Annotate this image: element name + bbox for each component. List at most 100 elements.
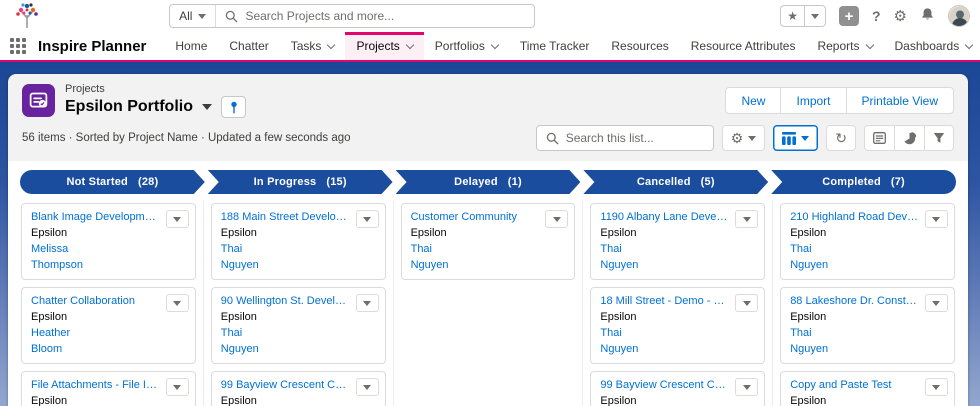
last-name-link[interactable]: Nguyen xyxy=(221,259,376,271)
project-link[interactable]: File Attachments - File Indicators xyxy=(31,379,186,391)
project-card[interactable]: Chatter Collaboration Epsilon Heather Bl… xyxy=(21,287,196,364)
list-view-selector-caret-icon[interactable] xyxy=(202,104,212,110)
project-link[interactable]: 99 Bayview Crescent Construction ... xyxy=(221,379,376,391)
user-avatar[interactable] xyxy=(948,5,970,27)
first-name-link[interactable]: Thai xyxy=(600,243,755,255)
global-add-button[interactable]: + xyxy=(839,6,859,26)
tab-time-tracker[interactable]: Time Tracker xyxy=(509,32,601,60)
first-name-link[interactable]: Thai xyxy=(790,243,945,255)
star-icon[interactable]: ★ xyxy=(781,6,804,26)
card-actions-dropdown[interactable] xyxy=(166,294,189,312)
project-card[interactable]: Customer Community Epsilon Thai Nguyen xyxy=(401,203,576,280)
tab-portfolios[interactable]: Portfolios xyxy=(424,32,509,60)
card-actions-dropdown[interactable] xyxy=(356,378,379,396)
notifications-bell-button[interactable] xyxy=(920,7,935,25)
last-name-link[interactable]: Nguyen xyxy=(600,259,755,271)
project-link[interactable]: 188 Main Street Development Proj... xyxy=(221,211,376,223)
project-card[interactable]: 88 Lakeshore Dr. Construction Proj... Ep… xyxy=(780,287,955,364)
filters-button[interactable] xyxy=(925,125,954,151)
first-name-link[interactable]: Thai xyxy=(790,327,945,339)
project-link[interactable]: 88 Lakeshore Dr. Construction Proj... xyxy=(790,295,945,307)
charts-button[interactable] xyxy=(895,125,925,151)
project-card[interactable]: 99 Bayview Crescent Construction ... Eps… xyxy=(211,371,386,406)
card-actions-dropdown[interactable] xyxy=(925,294,948,312)
tab-home[interactable]: Home xyxy=(164,32,218,60)
project-card[interactable]: File Attachments - File Indicators Epsil… xyxy=(21,371,196,406)
card-actions-dropdown[interactable] xyxy=(545,210,568,228)
project-card[interactable]: 188 Main Street Development Proj... Epsi… xyxy=(211,203,386,280)
project-link[interactable]: Customer Community xyxy=(411,211,566,223)
project-card[interactable]: 18 Mill Street - Demo - Backup Epsilon T… xyxy=(590,287,765,364)
list-view-title[interactable]: Epsilon Portfolio xyxy=(65,98,193,116)
list-view-controls-button[interactable]: ⚙ xyxy=(722,125,766,151)
tab-dashboards[interactable]: Dashboards xyxy=(884,32,980,60)
favorites-list-dropdown[interactable] xyxy=(804,6,825,26)
project-card[interactable]: Copy and Paste Test Epsilon Lauren Macna… xyxy=(780,371,955,406)
column-header-completed[interactable]: Completed(7) xyxy=(771,170,956,194)
project-card[interactable]: 99 Bayview Crescent Construction ... Eps… xyxy=(590,371,765,406)
global-search-box[interactable]: All xyxy=(169,4,535,28)
import-button[interactable]: Import xyxy=(781,87,846,114)
last-name-link[interactable]: Thompson xyxy=(31,259,186,271)
first-name-link[interactable]: Thai xyxy=(221,243,376,255)
project-link[interactable]: 90 Wellington St. Development Pr... xyxy=(221,295,376,307)
project-link[interactable]: 210 Highland Road Development ... xyxy=(790,211,945,223)
list-search-input[interactable] xyxy=(566,131,713,145)
card-actions-dropdown[interactable] xyxy=(166,378,189,396)
last-name-link[interactable]: Nguyen xyxy=(221,343,376,355)
edit-list-button[interactable] xyxy=(864,125,895,151)
caret-down-icon xyxy=(363,217,371,222)
last-name-link[interactable]: Nguyen xyxy=(600,343,755,355)
first-name-link[interactable]: Thai xyxy=(600,327,755,339)
card-actions-dropdown[interactable] xyxy=(925,378,948,396)
tab-resources[interactable]: Resources xyxy=(600,32,679,60)
column-header-in-progress[interactable]: In Progress(15) xyxy=(208,170,393,194)
refresh-button[interactable]: ↻ xyxy=(826,125,856,151)
first-name-link[interactable]: Thai xyxy=(221,327,376,339)
project-card[interactable]: 1190 Albany Lane Development Pr... Epsil… xyxy=(590,203,765,280)
last-name-link[interactable]: Nguyen xyxy=(790,343,945,355)
column-header-delayed[interactable]: Delayed(1) xyxy=(396,170,581,194)
first-name-link[interactable]: Heather xyxy=(31,327,186,339)
pin-list-button[interactable] xyxy=(221,96,246,118)
column-header-not-started[interactable]: Not Started(28) xyxy=(20,170,205,194)
first-name-link[interactable]: Melissa xyxy=(31,243,186,255)
project-link[interactable]: Blank Image Development xyxy=(31,211,186,223)
project-link[interactable]: 18 Mill Street - Demo - Backup xyxy=(600,295,755,307)
card-actions-dropdown[interactable] xyxy=(925,210,948,228)
tab-reports[interactable]: Reports xyxy=(806,32,883,60)
tab-chatter[interactable]: Chatter xyxy=(218,32,279,60)
card-actions-dropdown[interactable] xyxy=(735,378,758,396)
column-header-cancelled[interactable]: Cancelled(5) xyxy=(583,170,768,194)
favorites-button[interactable]: ★ xyxy=(780,5,826,27)
company-logo[interactable] xyxy=(10,2,44,30)
card-actions-dropdown[interactable] xyxy=(735,294,758,312)
card-actions-dropdown[interactable] xyxy=(356,210,379,228)
last-name-link[interactable]: Bloom xyxy=(31,343,186,355)
tab-projects[interactable]: Projects xyxy=(345,32,423,60)
search-scope-dropdown[interactable]: All xyxy=(170,5,216,27)
project-link[interactable]: 99 Bayview Crescent Construction ... xyxy=(600,379,755,391)
tab-tasks[interactable]: Tasks xyxy=(280,32,346,60)
last-name-link[interactable]: Nguyen xyxy=(790,259,945,271)
project-link[interactable]: Copy and Paste Test xyxy=(790,379,945,391)
project-link[interactable]: Chatter Collaboration xyxy=(31,295,186,307)
project-card[interactable]: 210 Highland Road Development ... Epsilo… xyxy=(780,203,955,280)
app-launcher-icon[interactable] xyxy=(10,38,26,54)
card-actions-dropdown[interactable] xyxy=(356,294,379,312)
project-card[interactable]: Blank Image Development Epsilon Melissa … xyxy=(21,203,196,280)
new-button[interactable]: New xyxy=(725,87,781,114)
display-as-kanban-button[interactable] xyxy=(773,125,818,151)
list-search-box[interactable] xyxy=(536,125,714,151)
last-name-link[interactable]: Nguyen xyxy=(411,259,566,271)
printable-view-button[interactable]: Printable View xyxy=(847,87,955,114)
card-actions-dropdown[interactable] xyxy=(735,210,758,228)
project-link[interactable]: 1190 Albany Lane Development Pr... xyxy=(600,211,755,223)
card-actions-dropdown[interactable] xyxy=(166,210,189,228)
project-card[interactable]: 90 Wellington St. Development Pr... Epsi… xyxy=(211,287,386,364)
help-button[interactable]: ? xyxy=(872,9,881,23)
global-search-input[interactable] xyxy=(245,9,534,23)
first-name-link[interactable]: Thai xyxy=(411,243,566,255)
setup-gear-button[interactable]: ⚙ xyxy=(894,9,907,24)
tab-resource-attributes[interactable]: Resource Attributes xyxy=(680,32,807,60)
